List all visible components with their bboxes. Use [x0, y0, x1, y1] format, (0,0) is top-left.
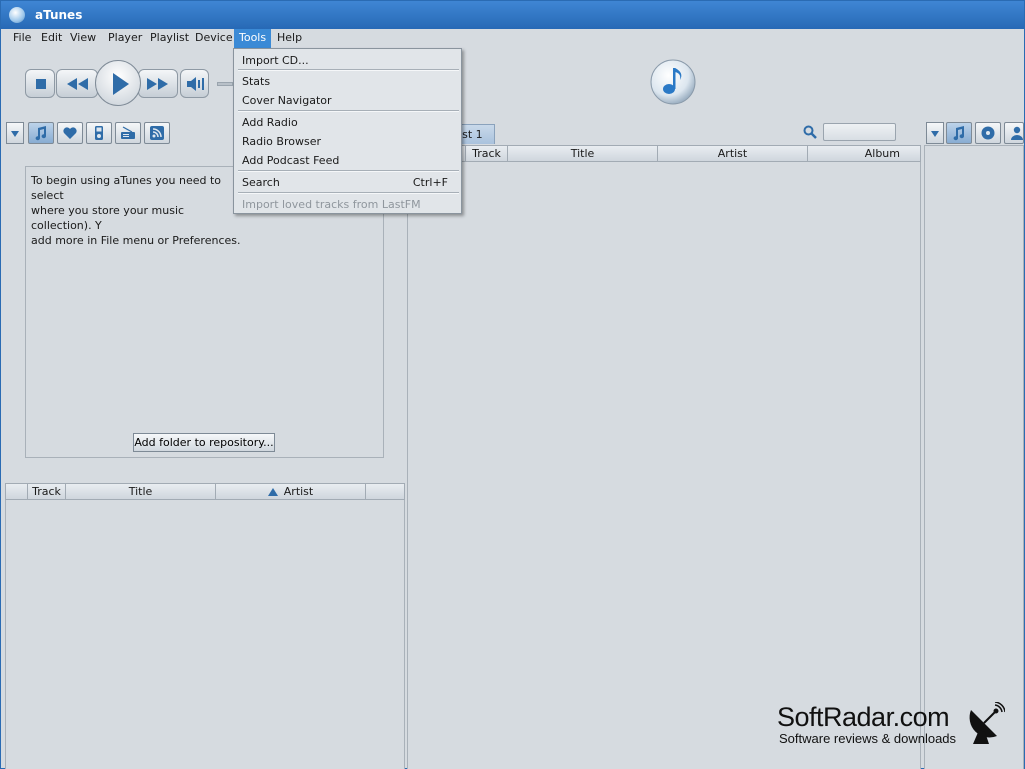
menu-tools[interactable]: Tools — [234, 29, 272, 48]
add-folder-button[interactable]: Add folder to repository... — [133, 433, 275, 452]
menu-item-import-cd[interactable]: Import CD... — [242, 52, 309, 69]
menu-item-stats[interactable]: Stats — [242, 73, 270, 90]
menu-item-add-radio[interactable]: Add Radio — [242, 114, 298, 131]
volume-button[interactable] — [180, 69, 209, 98]
context-tab-artist[interactable] — [1004, 122, 1024, 144]
playlist-table-header: Track Title Artist Album — [407, 145, 921, 162]
context-panel — [924, 145, 1024, 769]
navigator-info-text: To begin using aTunes you need to select… — [31, 174, 241, 247]
title-bar: aTunes — [1, 1, 1024, 29]
context-dropdown-button[interactable] — [926, 122, 944, 144]
search-input[interactable] — [823, 123, 896, 141]
play-button[interactable] — [95, 60, 141, 106]
menu-item-search-shortcut: Ctrl+F — [412, 176, 448, 189]
radio-icon — [121, 126, 135, 139]
menu-separator — [238, 110, 459, 112]
watermark-tagline: Software reviews & downloads — [779, 731, 957, 746]
menu-device[interactable]: Device — [190, 29, 238, 48]
menu-separator — [238, 69, 459, 71]
menu-item-import-lastfm: Import loved tracks from LastFM — [242, 198, 421, 211]
previous-icon — [67, 78, 88, 90]
column-header-title[interactable]: Title — [508, 146, 658, 161]
tools-menu: Import CD... Stats Cover Navigator Add R… — [233, 48, 462, 214]
watermark-name: SoftRadar.com — [777, 702, 950, 732]
column-header-blank[interactable] — [6, 484, 28, 499]
search-icon[interactable] — [802, 124, 818, 140]
previous-button[interactable] — [56, 69, 98, 98]
menu-separator — [238, 192, 459, 194]
menu-player[interactable]: Player — [103, 29, 147, 48]
navigator-table-header: Track Title Artist — [5, 483, 405, 500]
music-note-icon — [35, 126, 47, 141]
menu-item-add-podcast-feed[interactable]: Add Podcast Feed — [242, 152, 339, 169]
navigator-table-panel — [5, 483, 405, 769]
volume-slider[interactable] — [217, 82, 233, 86]
menu-bar: File Edit View Player Playlist Device To… — [1, 29, 1024, 48]
column-header-album[interactable]: Album — [808, 146, 920, 161]
menu-help[interactable]: Help — [272, 29, 307, 48]
person-icon — [1011, 126, 1023, 140]
stop-button[interactable] — [25, 69, 55, 98]
column-header-track[interactable]: Track — [466, 146, 508, 161]
satellite-dish-icon — [969, 702, 1005, 744]
device-icon — [95, 126, 103, 140]
atunes-logo-icon — [9, 7, 25, 23]
context-tab-song[interactable] — [946, 122, 972, 144]
disc-icon — [981, 126, 995, 140]
column-header-artist[interactable]: Artist — [216, 484, 366, 499]
heart-icon — [63, 127, 77, 139]
stop-icon — [36, 79, 46, 89]
watermark: SoftRadar.com Software reviews & downloa… — [777, 702, 956, 746]
navigator-tab-podcast[interactable] — [144, 122, 170, 144]
app-window: aTunes File Edit View Player Playlist De… — [0, 0, 1025, 769]
next-button[interactable] — [138, 69, 178, 98]
play-icon — [113, 73, 129, 95]
column-header-title[interactable]: Title — [66, 484, 216, 499]
navigator-tab-device[interactable] — [86, 122, 112, 144]
window-title: aTunes — [35, 8, 83, 22]
music-note-icon — [953, 126, 965, 141]
music-note-logo-icon — [650, 59, 696, 105]
navigator-tab-favorites[interactable] — [57, 122, 83, 144]
menu-view[interactable]: View — [65, 29, 101, 48]
menu-edit[interactable]: Edit — [36, 29, 67, 48]
menu-playlist[interactable]: Playlist — [145, 29, 194, 48]
sort-ascending-icon — [267, 488, 278, 496]
context-tab-album[interactable] — [975, 122, 1001, 144]
menu-separator — [238, 170, 459, 172]
menu-file[interactable]: File — [8, 29, 36, 48]
rss-icon — [150, 126, 164, 140]
menu-item-radio-browser[interactable]: Radio Browser — [242, 133, 321, 150]
navigator-tab-repository[interactable] — [28, 122, 54, 144]
volume-icon — [187, 77, 204, 91]
menu-item-search[interactable]: Search — [242, 174, 280, 191]
column-header-artist[interactable]: Artist — [658, 146, 808, 161]
navigator-tab-radio[interactable] — [115, 122, 141, 144]
column-header-track[interactable]: Track — [28, 484, 66, 499]
next-icon — [147, 78, 168, 90]
navigator-dropdown-button[interactable] — [6, 122, 24, 144]
playlist-panel — [407, 145, 921, 769]
menu-item-cover-navigator[interactable]: Cover Navigator — [242, 92, 332, 109]
